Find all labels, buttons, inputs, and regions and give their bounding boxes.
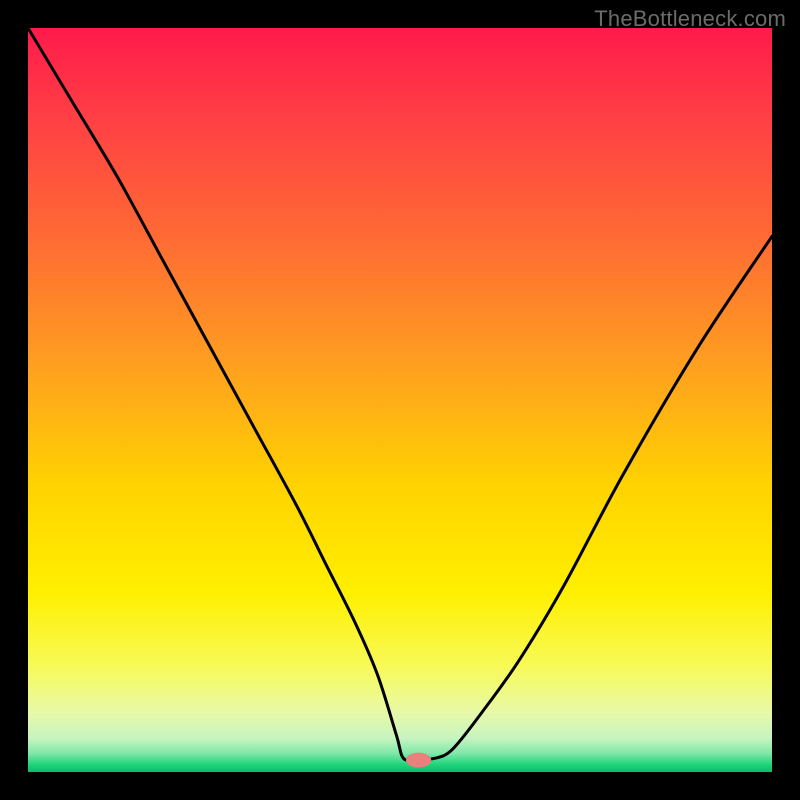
bottleneck-chart <box>28 28 772 772</box>
optimal-point-marker <box>406 753 431 768</box>
chart-frame: TheBottleneck.com <box>0 0 800 800</box>
gradient-background <box>28 28 772 772</box>
plot-area <box>28 28 772 772</box>
